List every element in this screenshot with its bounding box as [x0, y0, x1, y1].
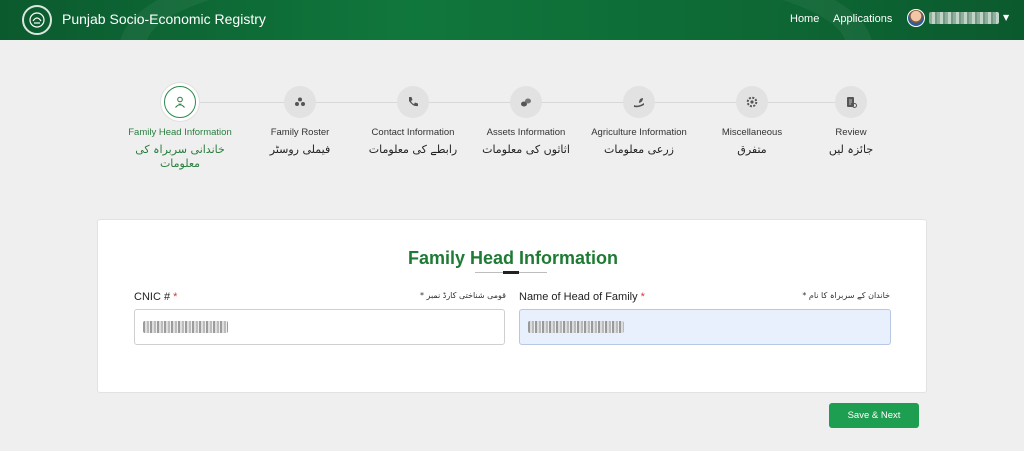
title-divider-accent — [503, 271, 519, 274]
family-group-icon — [284, 86, 316, 118]
step-agriculture-info[interactable]: Agriculture Information زرعی معلومات — [579, 86, 699, 157]
app-title: Punjab Socio-Economic Registry — [62, 11, 266, 27]
head-name-value-redacted — [528, 321, 624, 333]
step-label: Review — [835, 127, 867, 138]
coins-icon — [510, 86, 542, 118]
family-head-form-card: Family Head Information CNIC # * قومی شن… — [97, 219, 927, 393]
step-urdu-label: خاندانی سربراہ کی معلومات — [135, 143, 225, 170]
emblem-icon — [29, 12, 45, 28]
step-label: Family Roster — [270, 127, 330, 138]
user-shield-icon — [164, 86, 196, 118]
cnic-urdu-label: قومی شناختی کارڈ نمبر * — [419, 291, 506, 300]
step-label: Contact Information — [371, 127, 455, 138]
gear-icon — [736, 86, 768, 118]
step-urdu-label: زرعی معلومات — [604, 143, 674, 156]
chevron-down-icon[interactable]: ▼ — [1003, 13, 1009, 22]
punjab-logo — [22, 5, 52, 35]
step-label: Assets Information — [486, 127, 566, 138]
head-name-label: Name of Head of Family * — [519, 291, 645, 303]
head-name-label-text: Name of Head of Family — [519, 291, 638, 303]
step-label: Family Head Information — [128, 127, 232, 138]
step-contact-info[interactable]: Contact Information رابطے کی معلومات — [353, 86, 473, 157]
user-name-redacted[interactable] — [929, 12, 999, 24]
document-icon — [835, 86, 867, 118]
required-mark: * — [173, 291, 178, 303]
nav-applications-link[interactable]: Applications — [833, 13, 892, 25]
step-urdu-label: جائزہ لیں — [828, 143, 874, 156]
user-avatar[interactable] — [907, 9, 925, 27]
step-urdu-label: اثاثوں کی معلومات — [482, 143, 570, 156]
step-urdu-label: رابطے کی معلومات — [368, 143, 458, 156]
form-title: Family Head Information — [407, 248, 619, 268]
top-navbar: Punjab Socio-Economic Registry Home Appl… — [0, 0, 1024, 40]
cnic-value-redacted — [143, 321, 228, 333]
leaf-hand-icon — [623, 86, 655, 118]
cnic-label: CNIC # * — [134, 291, 177, 303]
save-next-button[interactable]: Save & Next — [829, 403, 919, 428]
step-family-roster[interactable]: Family Roster فیملی روسٹر — [240, 86, 360, 157]
step-urdu-label: فیملی روسٹر — [269, 143, 331, 156]
phone-icon — [397, 86, 429, 118]
nav-home-link[interactable]: Home — [790, 13, 819, 25]
step-family-head[interactable]: Family Head Information خاندانی سربراہ ک… — [120, 86, 240, 171]
step-review[interactable]: Review جائزہ لیں — [791, 86, 911, 157]
required-mark: * — [640, 291, 645, 303]
cnic-label-text: CNIC # — [134, 291, 171, 303]
step-label: Agriculture Information — [591, 127, 687, 138]
head-name-urdu-label: خاندان کے سربراہ کا نام * — [802, 291, 890, 300]
step-assets-info[interactable]: Assets Information اثاثوں کی معلومات — [466, 86, 586, 157]
